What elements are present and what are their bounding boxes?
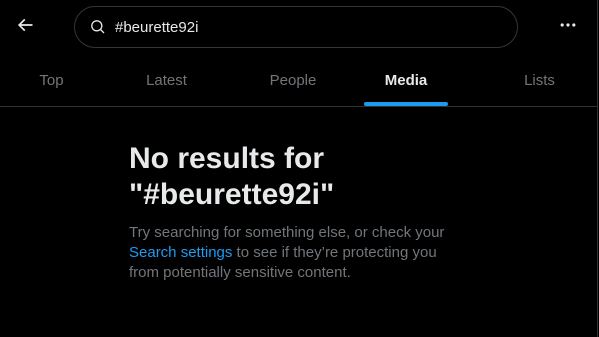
- search-input[interactable]: [115, 17, 495, 37]
- active-tab-indicator: [364, 102, 448, 106]
- search-icon: [90, 19, 106, 35]
- empty-state-title: No results for "#beurette92i": [129, 141, 469, 213]
- empty-state-message: Try searching for something else, or che…: [129, 223, 469, 283]
- tab-lists[interactable]: Lists: [488, 54, 591, 107]
- back-button[interactable]: [8, 10, 42, 44]
- search-results-page: Top Latest People Media Lists No results…: [0, 0, 598, 337]
- tab-label: Top: [39, 72, 64, 89]
- empty-title-line2: "#beurette92i": [129, 178, 335, 211]
- tab-media[interactable]: Media: [356, 54, 456, 107]
- empty-title-line1: No results for: [129, 142, 325, 175]
- tab-top[interactable]: Top: [0, 54, 103, 107]
- empty-message-text: Try searching for something else, or che…: [129, 224, 445, 241]
- tab-label: Lists: [524, 72, 555, 89]
- tab-label: Media: [384, 72, 428, 89]
- more-button[interactable]: [551, 10, 585, 44]
- search-settings-link[interactable]: Search settings: [129, 244, 232, 261]
- more-horizontal-icon: [558, 15, 578, 40]
- tab-label: People: [269, 72, 317, 89]
- empty-state: No results for "#beurette92i" Try search…: [129, 141, 469, 283]
- search-header: [0, 0, 597, 57]
- search-tabs: Top Latest People Media Lists: [0, 54, 597, 107]
- arrow-left-icon: [15, 15, 35, 40]
- search-box[interactable]: [74, 6, 518, 48]
- tab-latest[interactable]: Latest: [115, 54, 218, 107]
- tab-label: Latest: [146, 72, 187, 89]
- tab-people[interactable]: People: [241, 54, 345, 107]
